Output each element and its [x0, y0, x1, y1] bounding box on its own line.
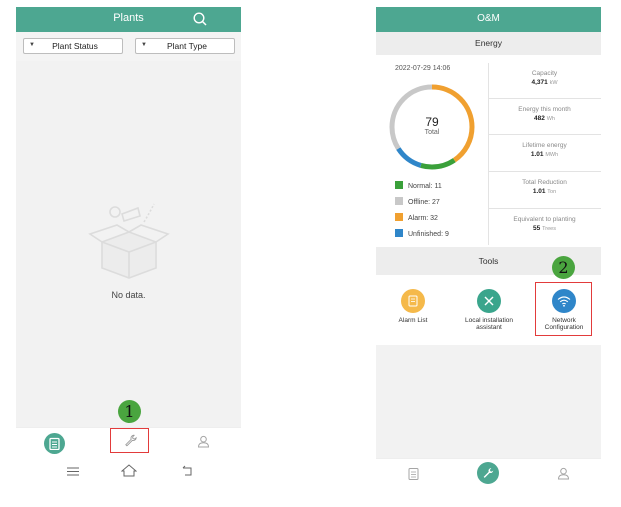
menu-icon[interactable]: [67, 467, 79, 476]
clipboard-icon: [49, 437, 60, 450]
legend-swatch: [395, 213, 403, 221]
legend-unfinished: Unfinished: 9: [395, 229, 449, 238]
legend-swatch: [395, 181, 403, 189]
no-data-message: No data.: [111, 290, 146, 300]
empty-box-icon: [88, 203, 170, 279]
wrench-icon: [483, 468, 494, 478]
highlight-box-om-tab: [110, 428, 149, 453]
clipboard-icon[interactable]: [408, 467, 419, 480]
plant-list-area: No data.: [16, 61, 241, 427]
stat-lifetime-energy: Lifetime energy 1.01 MWh: [488, 135, 601, 172]
plant-status-dropdown[interactable]: ▼ Plant Status: [23, 38, 123, 54]
om-header: O&M: [376, 7, 601, 32]
legend-swatch: [395, 229, 403, 237]
plants-header: Plants: [16, 7, 241, 32]
legend-offline: Offline: 27: [395, 197, 440, 206]
tool-alarm-list[interactable]: Alarm List: [384, 289, 442, 324]
tab-om-active[interactable]: [477, 462, 499, 484]
tools-icon: [477, 289, 501, 313]
back-icon[interactable]: [182, 465, 194, 476]
step-marker-1: 1: [118, 400, 141, 423]
timestamp: 2022-07-29 14:06: [395, 65, 451, 72]
user-icon[interactable]: [197, 435, 210, 448]
legend-alarm: Alarm: 32: [395, 213, 438, 222]
tab-plants[interactable]: [44, 433, 65, 454]
blank-area: [376, 345, 601, 458]
user-icon[interactable]: [557, 467, 570, 480]
total-label: Total: [424, 129, 440, 136]
stat-total-reduction: Total Reduction 1.01 Ton: [488, 172, 601, 209]
bottom-tab-bar: [376, 458, 601, 485]
plant-type-dropdown[interactable]: ▼ Plant Type: [135, 38, 235, 54]
page-title: O&M: [477, 13, 500, 24]
stat-energy-month: Energy this month 482 Wh: [488, 99, 601, 135]
step-marker-2: 2: [552, 256, 575, 279]
system-nav-bar: [16, 460, 241, 485]
filter-bar: ▼ Plant Status ▼ Plant Type: [16, 32, 241, 61]
search-icon[interactable]: [192, 11, 208, 27]
om-screen: O&M Energy 2022-07-29 14:06 79 Total Nor…: [376, 7, 601, 485]
home-icon[interactable]: [121, 464, 137, 477]
energy-section-header: Energy: [376, 32, 601, 55]
legend-swatch: [395, 197, 403, 205]
total-value: 79: [425, 115, 439, 129]
tool-local-installation[interactable]: Local installation assistant: [456, 289, 522, 331]
stat-capacity: Capacity 4,371 kW: [488, 63, 601, 99]
legend-normal: Normal: 11: [395, 181, 442, 190]
alarm-list-icon: [401, 289, 425, 313]
stat-equivalent-trees: Equivalent to planting 55 Trees: [513, 216, 576, 232]
highlight-box-network-config: [535, 282, 592, 336]
